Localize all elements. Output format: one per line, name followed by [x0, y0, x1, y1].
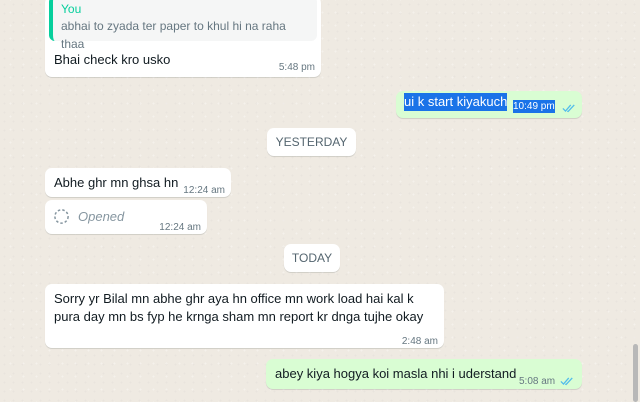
view-once-label: Opened: [78, 209, 125, 224]
message-time: 10:49 pm: [513, 100, 555, 113]
message-bubble-incoming[interactable]: You abhai to zyada ter paper to khul hi …: [45, 0, 321, 77]
message-time: 5:48 pm: [278, 62, 315, 73]
message-text: abey kiya hogya koi masla nhi i uderstan…: [275, 366, 517, 381]
date-separator: YESTERDAY: [267, 128, 356, 156]
view-once-message[interactable]: Opened 12:24 am: [45, 200, 207, 234]
message-time: 12:24 am: [159, 222, 201, 233]
chat-area[interactable]: You abhai to zyada ter paper to khul hi …: [0, 0, 640, 402]
date-label: TODAY: [291, 251, 333, 265]
view-once-opened-icon: [53, 208, 70, 230]
message-text: Abhe ghr mn ghsa hn: [54, 175, 179, 190]
date-label: YESTERDAY: [275, 135, 348, 149]
message-text-line: pura day mn bs fyp he krnga sham mn repo…: [54, 309, 424, 324]
date-separator: TODAY: [284, 244, 340, 272]
message-time: 2:48 am: [401, 336, 438, 347]
quoted-author: You: [61, 2, 82, 16]
scrollbar-thumb[interactable]: [633, 344, 638, 402]
message-bubble-incoming[interactable]: Abhe ghr mn ghsa hn 12:24 am: [45, 168, 231, 197]
quoted-message[interactable]: You abhai to zyada ter paper to khul hi …: [49, 0, 317, 51]
message-text: Bhai check kro usko: [54, 52, 171, 67]
message-time: 12:24 am: [183, 185, 225, 196]
message-text: ui k start kiyakuch: [404, 93, 508, 111]
message-time: 5:08 am: [519, 376, 556, 387]
message-bubble-outgoing[interactable]: abey kiya hogya koi masla nhi i uderstan…: [266, 359, 582, 389]
message-bubble-outgoing[interactable]: ui k start kiyakuch 10:49 pm: [396, 91, 582, 118]
message-bubble-incoming[interactable]: Sorry yr Bilal mn abhe ghr aya hn office…: [45, 284, 444, 348]
quoted-text: abhai to zyada ter paper to khul hi na r…: [61, 19, 286, 51]
double-check-icon: [562, 100, 576, 118]
double-check-icon: [560, 373, 574, 391]
message-text-line: Sorry yr Bilal mn abhe ghr aya hn office…: [54, 291, 414, 306]
